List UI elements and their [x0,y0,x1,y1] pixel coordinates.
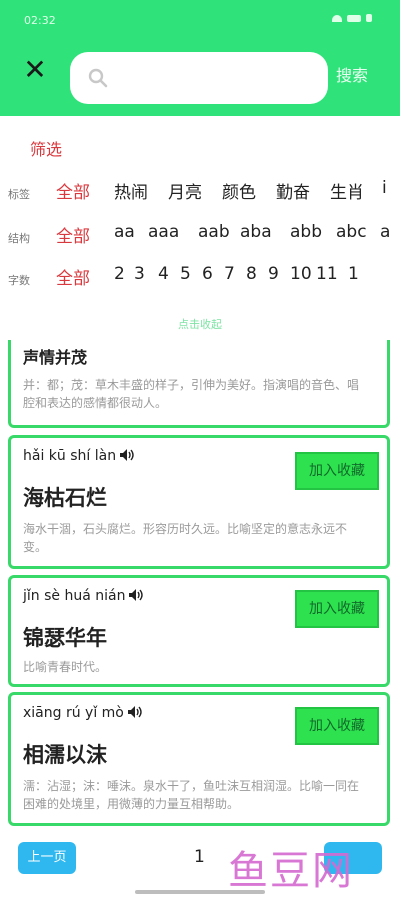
filter-title: 筛选 [30,140,63,159]
filter-option[interactable]: 9 [268,264,279,284]
add-favorite-button[interactable]: 加入收藏 [295,707,379,745]
idiom-word: 相濡以沫 [23,743,107,767]
filter-option[interactable]: aa [114,222,135,242]
filter-option[interactable]: abc [336,222,367,242]
signal-icon [366,14,372,22]
search-input[interactable] [70,52,328,104]
filter-option[interactable]: 10 [290,264,312,284]
filter-option[interactable]: 月亮 [168,178,202,203]
filter-option[interactable]: 全部 [56,178,90,203]
filter-row-length: 字数 全部 2 3 4 5 6 7 8 9 10 11 1 [8,264,400,294]
filter-option[interactable]: 1 [348,264,359,284]
current-page: 1 [194,847,205,867]
wifi-icon [332,14,342,22]
idiom-pinyin: hǎi kū shí làn [23,448,135,464]
filter-option[interactable]: 11 [316,264,338,284]
idiom-description: 濡：沾湿；沫：唾沫。泉水干了，鱼吐沫互相润湿。比喻一同在困难的处境里，用微薄的力… [23,779,360,811]
close-icon[interactable]: ✕ [20,52,50,88]
speaker-icon[interactable] [128,588,144,602]
search-icon [88,68,108,88]
result-card: 声情并茂 并：都；茂：草木丰盛的样子，引伸为美好。指演唱的音色、唱腔和表达的感情… [8,340,390,428]
collapse-filters-button[interactable]: 点击收起 [0,316,400,332]
status-time: 02:32 [24,14,56,27]
filter-option[interactable]: 5 [180,264,191,284]
idiom-pinyin: jǐn sè huá nián [23,588,144,604]
search-button[interactable]: 搜索 [336,62,368,86]
pinyin-text: hǎi kū shí làn [23,448,117,464]
speaker-icon[interactable] [127,705,143,719]
watermark: 鱼豆网 [228,848,354,894]
filter-option[interactable]: 全部 [56,222,90,247]
home-indicator[interactable] [135,890,265,894]
filter-option[interactable]: 生肖 [330,178,364,203]
filter-row-structure: 结构 全部 aa aaa aab aba abb abc a [8,222,400,252]
filter-option[interactable]: 3 [134,264,145,284]
filter-row-label: 字数 [8,274,30,287]
filter-option[interactable]: 勤奋 [276,178,310,203]
idiom-description: 并：都；茂：草木丰盛的样子，引伸为美好。指演唱的音色、唱腔和表达的感情都很动人。 [23,378,360,410]
filter-option[interactable]: 颜色 [222,178,256,203]
idiom-word: 海枯石烂 [23,486,107,510]
battery-icon [347,14,361,22]
idiom-word: 锦瑟华年 [23,626,107,650]
filter-option[interactable]: 2 [114,264,125,284]
prev-page-button[interactable]: 上一页 [18,842,76,874]
filter-option[interactable]: 全部 [56,264,90,289]
filter-option[interactable]: 热闹 [114,178,148,203]
status-icons [332,14,372,22]
filter-option[interactable]: 8 [246,264,257,284]
idiom-description: 海水干涸，石头腐烂。形容历时久远。比喻坚定的意志永远不变。 [23,522,348,554]
result-card: hǎi kū shí làn 海枯石烂 海水干涸，石头腐烂。形容历时久远。比喻坚… [8,435,390,569]
filter-option[interactable]: 4 [158,264,169,284]
filter-panel: 筛选 标签 全部 热闹 月亮 颜色 勤奋 生肖 i 结构 全部 aa aaa aab aba abb abc… [0,116,400,341]
app-header: 02:32 ✕ 搜索 [0,0,400,116]
pinyin-text: jǐn sè huá nián [23,588,126,604]
result-card: jǐn sè huá nián 锦瑟华年 比喻青春时代。 加入收藏 [8,575,390,687]
filter-option[interactable]: 7 [224,264,235,284]
filter-row-label: 结构 [8,232,30,245]
result-card: xiāng rú yǐ mò 相濡以沫 濡：沾湿；沫：唾沫。泉水干了，鱼吐沫互相… [8,692,390,826]
add-favorite-button[interactable]: 加入收藏 [295,452,379,490]
filter-row-label: 标签 [8,188,30,201]
filter-row-tag: 标签 全部 热闹 月亮 颜色 勤奋 生肖 i [8,178,400,208]
filter-option[interactable]: aaa [148,222,179,242]
idiom-pinyin: xiāng rú yǐ mò [23,705,143,721]
speaker-icon[interactable] [119,448,135,462]
add-favorite-button[interactable]: 加入收藏 [295,590,379,628]
filter-option[interactable]: 6 [202,264,213,284]
filter-option[interactable]: aab [198,222,230,242]
filter-option[interactable]: abb [290,222,322,242]
filter-option[interactable]: aba [240,222,272,242]
idiom-description: 比喻青春时代。 [23,660,108,674]
filter-option[interactable]: i [382,178,387,198]
pinyin-text: xiāng rú yǐ mò [23,705,124,721]
idiom-word: 声情并茂 [23,348,88,367]
filter-option[interactable]: a [380,222,390,242]
